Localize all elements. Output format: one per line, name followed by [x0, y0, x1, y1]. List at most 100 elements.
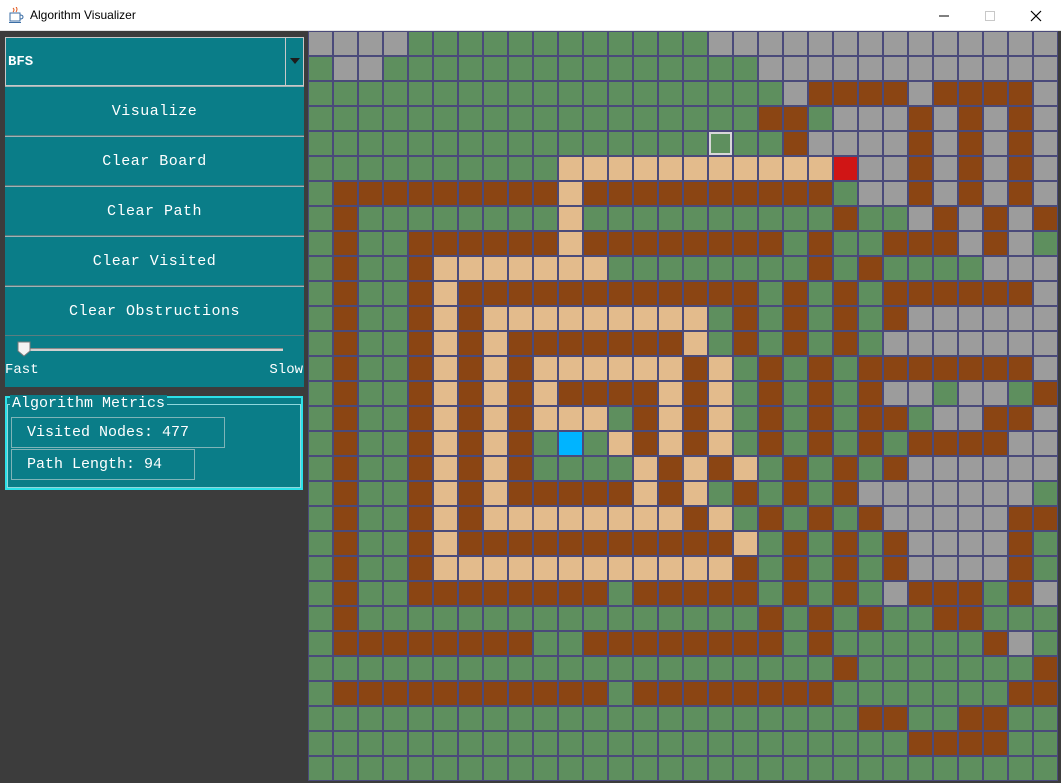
visited-cell[interactable] [883, 106, 908, 131]
grid-cell[interactable] [908, 256, 933, 281]
grid-cell[interactable] [833, 631, 858, 656]
path-cell[interactable] [583, 156, 608, 181]
grid-cell[interactable] [383, 106, 408, 131]
wall-cell[interactable] [708, 631, 733, 656]
wall-cell[interactable] [633, 431, 658, 456]
wall-cell[interactable] [858, 606, 883, 631]
grid-cell[interactable] [1033, 631, 1058, 656]
grid-cell[interactable] [1033, 531, 1058, 556]
wall-cell[interactable] [808, 181, 833, 206]
grid-cell[interactable] [458, 131, 483, 156]
grid-cell[interactable] [883, 206, 908, 231]
wall-cell[interactable] [458, 481, 483, 506]
grid-cell[interactable] [833, 381, 858, 406]
grid-cell[interactable] [308, 256, 333, 281]
wall-cell[interactable] [558, 331, 583, 356]
wall-cell[interactable] [608, 631, 633, 656]
grid-cell[interactable] [758, 81, 783, 106]
visited-cell[interactable] [758, 31, 783, 56]
grid-cell[interactable] [608, 131, 633, 156]
grid-cell[interactable] [383, 281, 408, 306]
grid-cell[interactable] [383, 431, 408, 456]
wall-cell[interactable] [458, 306, 483, 331]
path-cell[interactable] [658, 381, 683, 406]
wall-cell[interactable] [708, 531, 733, 556]
visited-cell[interactable] [933, 106, 958, 131]
wall-cell[interactable] [408, 431, 433, 456]
grid-cell[interactable] [533, 706, 558, 731]
grid-cell[interactable] [558, 631, 583, 656]
visited-cell[interactable] [333, 56, 358, 81]
visited-cell[interactable] [883, 331, 908, 356]
grid-cell[interactable] [733, 106, 758, 131]
path-cell[interactable] [733, 531, 758, 556]
wall-cell[interactable] [483, 181, 508, 206]
grid-cell[interactable] [383, 156, 408, 181]
wall-cell[interactable] [333, 456, 358, 481]
wall-cell[interactable] [583, 581, 608, 606]
grid-cell[interactable] [633, 106, 658, 131]
grid-cell[interactable] [558, 456, 583, 481]
wall-cell[interactable] [608, 281, 633, 306]
grid-cell[interactable] [733, 731, 758, 756]
grid-cell[interactable] [458, 31, 483, 56]
visited-cell[interactable] [933, 156, 958, 181]
grid-cell[interactable] [608, 81, 633, 106]
visited-cell[interactable] [383, 31, 408, 56]
wall-cell[interactable] [958, 431, 983, 456]
grid-cell[interactable] [833, 731, 858, 756]
wall-cell[interactable] [583, 531, 608, 556]
path-cell[interactable] [583, 356, 608, 381]
wall-cell[interactable] [458, 531, 483, 556]
pathfinding-grid[interactable] [308, 31, 1058, 781]
grid-cell[interactable] [533, 81, 558, 106]
wall-cell[interactable] [408, 256, 433, 281]
grid-cell[interactable] [908, 406, 933, 431]
grid-cell[interactable] [683, 256, 708, 281]
wall-cell[interactable] [1033, 656, 1058, 681]
path-cell[interactable] [758, 156, 783, 181]
wall-cell[interactable] [883, 556, 908, 581]
path-cell[interactable] [483, 456, 508, 481]
wall-cell[interactable] [583, 331, 608, 356]
grid-cell[interactable] [508, 656, 533, 681]
visited-cell[interactable] [1008, 256, 1033, 281]
grid-cell[interactable] [333, 706, 358, 731]
wall-cell[interactable] [1033, 506, 1058, 531]
grid-cell[interactable] [1008, 756, 1033, 781]
wall-cell[interactable] [983, 406, 1008, 431]
grid-cell[interactable] [508, 156, 533, 181]
wall-cell[interactable] [858, 706, 883, 731]
path-cell[interactable] [708, 156, 733, 181]
grid-cell[interactable] [508, 206, 533, 231]
visited-cell[interactable] [1033, 131, 1058, 156]
visited-cell[interactable] [1033, 156, 1058, 181]
wall-cell[interactable] [983, 231, 1008, 256]
grid-cell[interactable] [733, 431, 758, 456]
grid-cell[interactable] [1008, 381, 1033, 406]
wall-cell[interactable] [833, 306, 858, 331]
wall-cell[interactable] [583, 481, 608, 506]
wall-cell[interactable] [958, 281, 983, 306]
grid-cell[interactable] [683, 731, 708, 756]
wall-cell[interactable] [708, 456, 733, 481]
visited-cell[interactable] [933, 406, 958, 431]
wall-cell[interactable] [658, 331, 683, 356]
grid-cell[interactable] [758, 306, 783, 331]
path-cell[interactable] [708, 406, 733, 431]
wall-cell[interactable] [408, 381, 433, 406]
grid-cell[interactable] [808, 481, 833, 506]
grid-cell[interactable] [408, 31, 433, 56]
wall-cell[interactable] [583, 281, 608, 306]
grid-cell[interactable] [758, 206, 783, 231]
grid-cell[interactable] [308, 456, 333, 481]
grid-cell[interactable] [383, 256, 408, 281]
grid-cell[interactable] [658, 206, 683, 231]
visited-cell[interactable] [933, 56, 958, 81]
grid-cell[interactable] [733, 131, 758, 156]
path-cell[interactable] [558, 181, 583, 206]
grid-cell[interactable] [308, 281, 333, 306]
grid-cell[interactable] [633, 656, 658, 681]
grid-cell[interactable] [383, 481, 408, 506]
wall-cell[interactable] [558, 581, 583, 606]
